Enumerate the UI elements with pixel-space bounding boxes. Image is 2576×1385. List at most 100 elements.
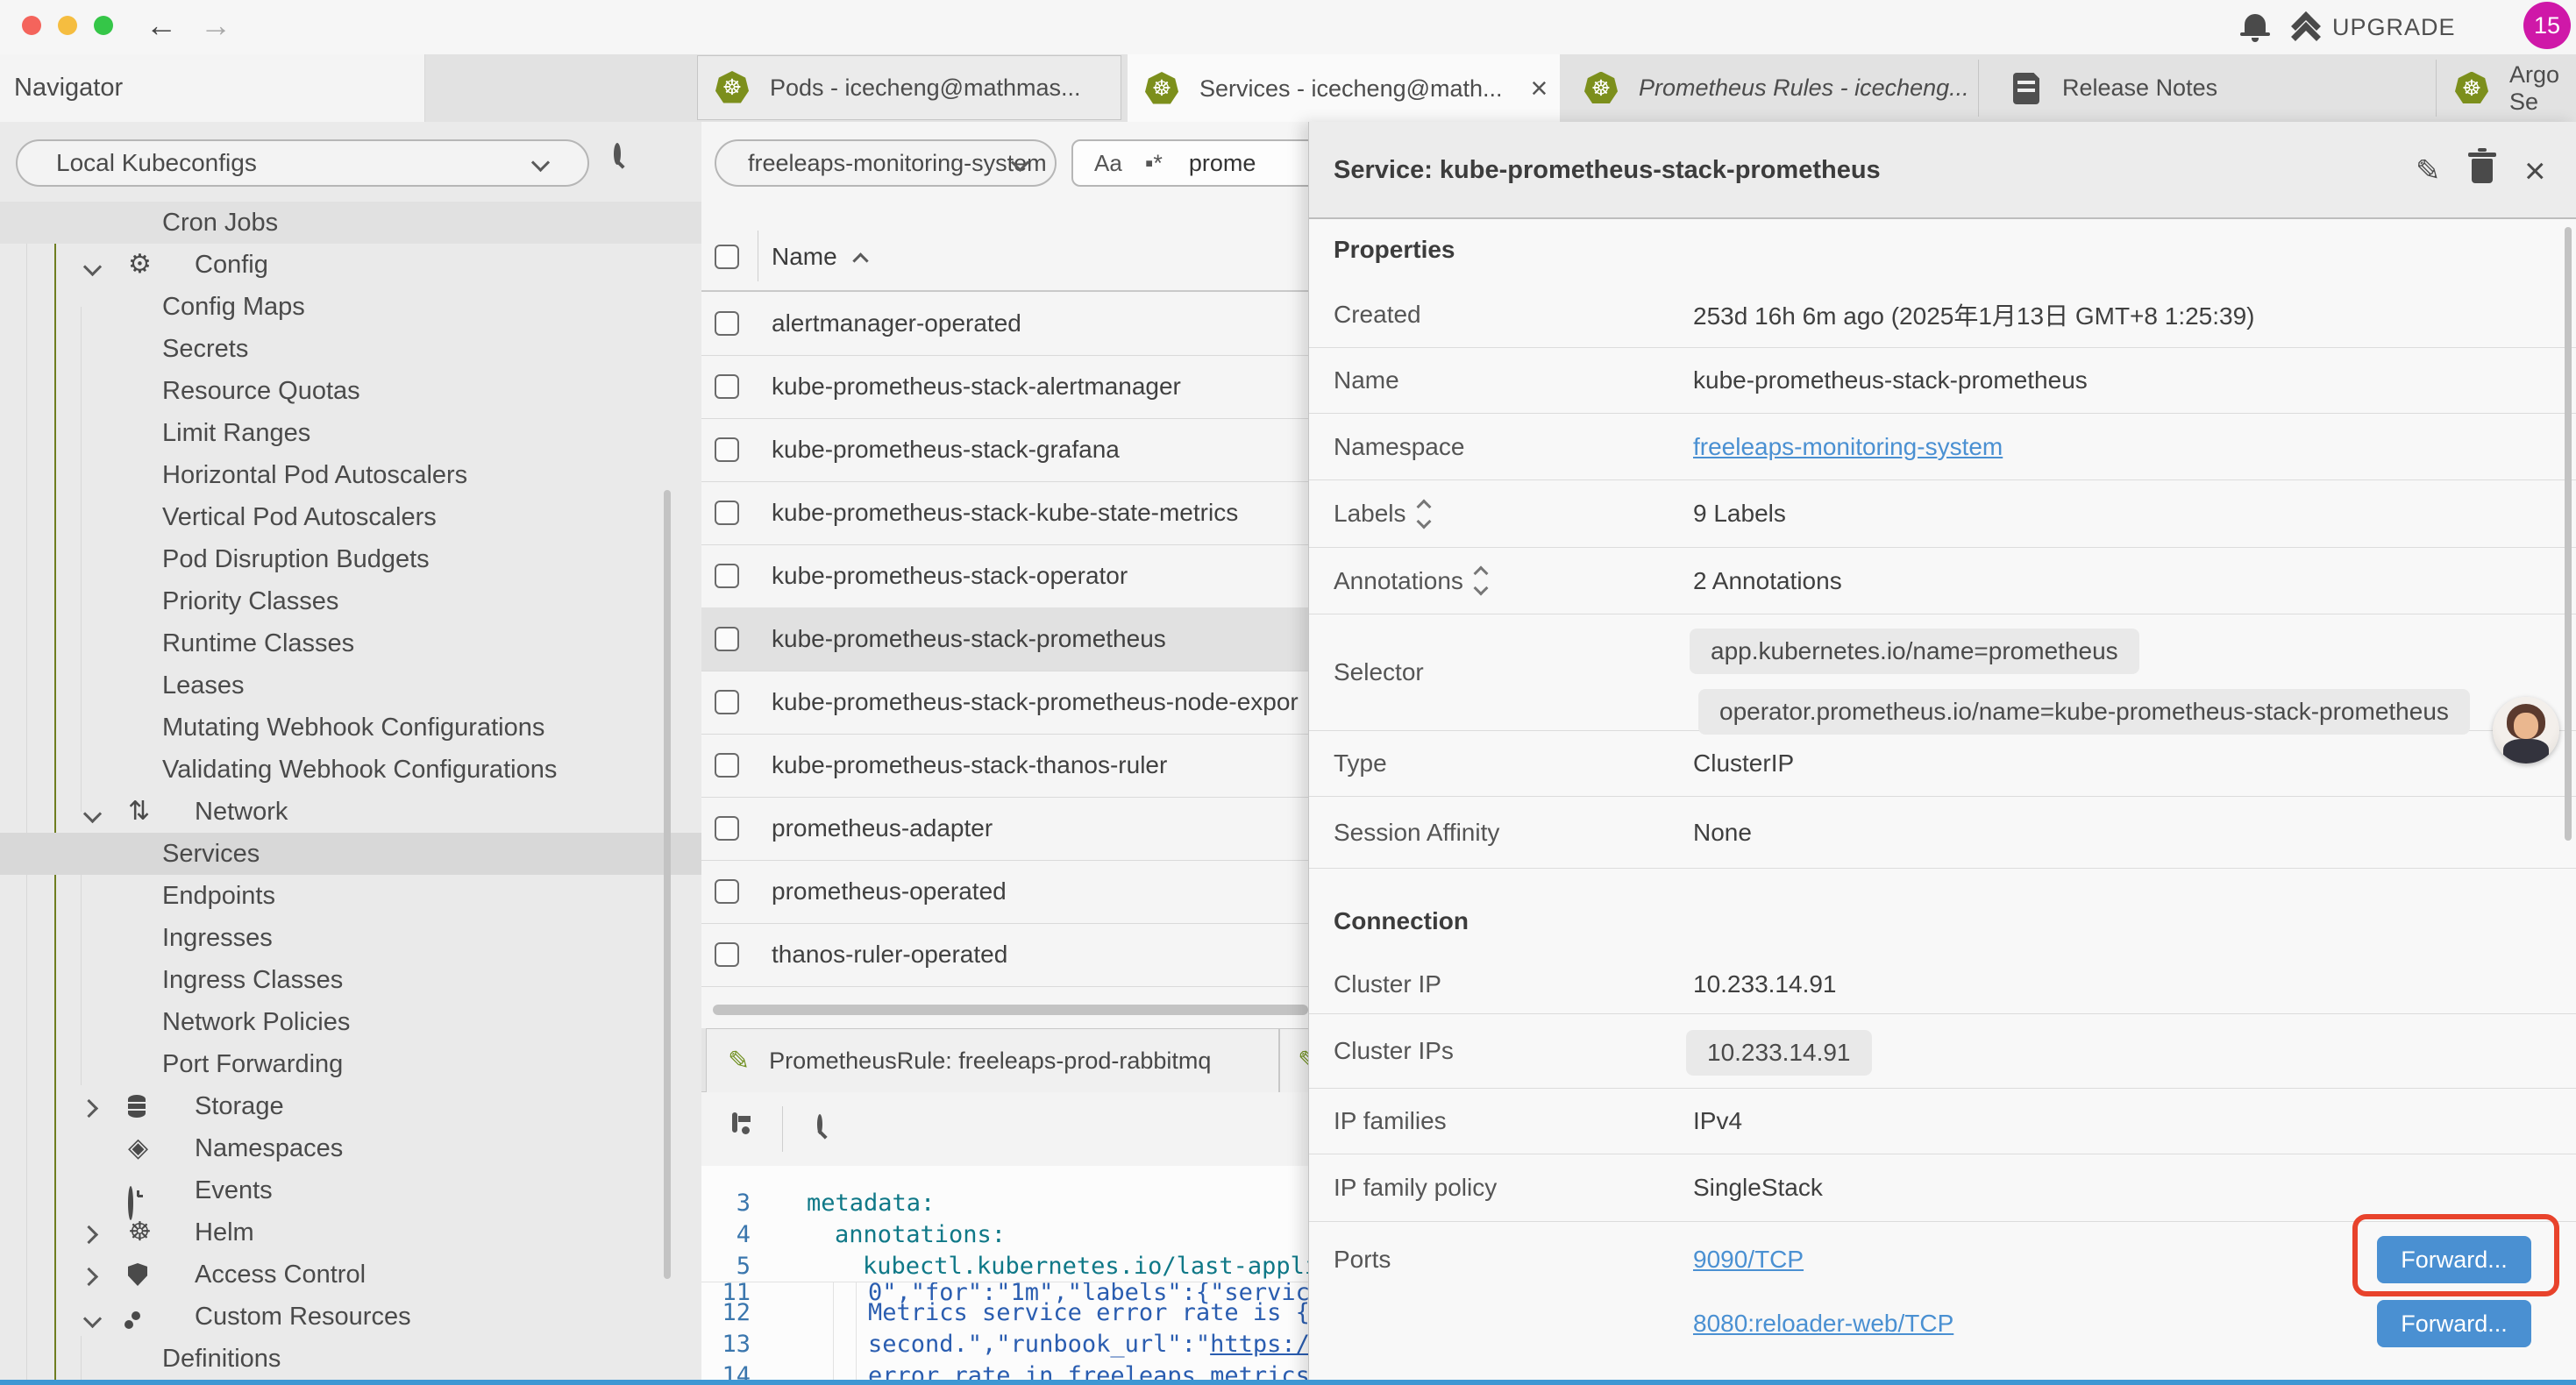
editor-search-icon[interactable] [817, 1114, 822, 1134]
save-icon[interactable] [732, 1112, 737, 1133]
sidebar-item-ingresses[interactable]: Ingresses [0, 917, 701, 959]
close-panel-icon[interactable]: × [2524, 122, 2546, 219]
sidebar-item-network[interactable]: ⇅Network [0, 791, 701, 833]
detail-scrollbar[interactable] [2565, 227, 2572, 841]
sidebar-item-helm[interactable]: ☸Helm [0, 1211, 701, 1254]
chevron-down-icon[interactable] [83, 258, 102, 276]
editor-tab-prometheusrule[interactable]: ✎ PrometheusRule: freeleaps-prod-rabbitm… [706, 1028, 1279, 1093]
chevron-right-icon[interactable] [80, 1225, 98, 1244]
zoom-window-button[interactable] [94, 16, 113, 35]
match-case-toggle[interactable]: Aa [1094, 150, 1122, 177]
sidebar-item-network-policies[interactable]: Network Policies [0, 1001, 701, 1043]
close-window-button[interactable] [22, 16, 41, 35]
user-avatar[interactable] [2493, 697, 2559, 764]
sidebar-item-ingress-classes[interactable]: Ingress Classes [0, 959, 701, 1001]
avatar-badge[interactable]: 15 [2523, 2, 2571, 49]
sidebar-item-priority-classes[interactable]: Priority Classes [0, 580, 701, 622]
table-row-kube-prometheus-stack-grafana[interactable]: kube-prometheus-stack-grafana [701, 418, 1315, 482]
delete-trash-icon[interactable] [2472, 122, 2493, 219]
expand-collapse-icon[interactable] [1476, 568, 1486, 593]
table-row-thanos-ruler-operated[interactable]: thanos-ruler-operated [701, 923, 1315, 987]
tab-prometheus-rules[interactable]: ☸ Prometheus Rules - icecheng... [1560, 54, 1978, 122]
namespace-select[interactable]: freeleaps-monitoring-system [715, 139, 1057, 187]
row-checkbox[interactable] [715, 564, 739, 588]
sidebar-item-mutating-webhook-configurations[interactable]: Mutating Webhook Configurations [0, 707, 701, 749]
table-row-alertmanager-operated[interactable]: alertmanager-operated [701, 292, 1315, 356]
forward-button[interactable]: → [200, 7, 231, 44]
sidebar-item-storage[interactable]: Storage [0, 1085, 701, 1127]
forward-button-8080[interactable]: Forward... [2377, 1300, 2531, 1347]
edit-pencil-icon[interactable]: ✎ [2416, 122, 2441, 219]
sidebar-item-validating-webhook-configurations[interactable]: Validating Webhook Configurations [0, 749, 701, 791]
chevron-right-icon[interactable] [80, 1099, 98, 1118]
search-icon[interactable] [614, 143, 621, 165]
row-checkbox[interactable] [715, 879, 739, 904]
tab-pods[interactable]: ☸ Pods - icecheng@mathmas... [697, 55, 1121, 120]
row-checkbox[interactable] [715, 311, 739, 336]
close-tab-icon[interactable]: × [1531, 72, 1548, 106]
table-row-prometheus-adapter[interactable]: prometheus-adapter [701, 797, 1315, 861]
sidebar-item-port-forwarding[interactable]: Port Forwarding [0, 1043, 701, 1085]
row-checkbox[interactable] [715, 627, 739, 651]
chevron-down-icon[interactable] [83, 805, 102, 823]
chevron-down-icon[interactable] [83, 1310, 102, 1328]
row-checkbox[interactable] [715, 437, 739, 462]
property-label[interactable]: Labels [1334, 480, 1429, 547]
sidebar-item-definitions[interactable]: Definitions [0, 1338, 701, 1380]
row-checkbox[interactable] [715, 374, 739, 399]
sidebar-item-namespaces[interactable]: ◈Namespaces [0, 1127, 701, 1169]
namespace-link[interactable]: freeleaps-monitoring-system [1693, 414, 2003, 479]
kubeconfig-select[interactable]: Local Kubeconfigs [16, 139, 589, 187]
tab-release-notes[interactable]: Release Notes [1978, 54, 2436, 122]
table-row-kube-prometheus-stack-operator[interactable]: kube-prometheus-stack-operator [701, 544, 1315, 608]
navigator-panel-tab[interactable]: Navigator [0, 54, 425, 122]
sidebar-scrollbar[interactable] [664, 490, 671, 1279]
sidebar-item-config[interactable]: ⚙Config [0, 244, 701, 286]
name-column-header[interactable]: Name [772, 224, 837, 290]
port-link-9090[interactable]: 9090/TCP [1693, 1236, 1804, 1283]
table-row-prometheus-operated[interactable]: prometheus-operated [701, 860, 1315, 924]
table-row-kube-prometheus-stack-alertmanager[interactable]: kube-prometheus-stack-alertmanager [701, 355, 1315, 419]
row-checkbox[interactable] [715, 816, 739, 841]
sidebar-item-vertical-pod-autoscalers[interactable]: Vertical Pod Autoscalers [0, 496, 701, 538]
property-label[interactable]: Annotations [1334, 548, 1486, 614]
sidebar-item-horizontal-pod-autoscalers[interactable]: Horizontal Pod Autoscalers [0, 454, 701, 496]
sidebar-item-secrets[interactable]: Secrets [0, 328, 701, 370]
notifications-bell-icon[interactable] [2245, 14, 2266, 33]
sidebar-item-pod-disruption-budgets[interactable]: Pod Disruption Budgets [0, 538, 701, 580]
table-row-kube-prometheus-stack-kube-state-metrics[interactable]: kube-prometheus-stack-kube-state-metrics [701, 481, 1315, 545]
sidebar-item-endpoints[interactable]: Endpoints [0, 875, 701, 917]
table-row-kube-prometheus-stack-prometheus[interactable]: kube-prometheus-stack-prometheus [701, 607, 1315, 671]
sidebar-item-limit-ranges[interactable]: Limit Ranges [0, 412, 701, 454]
sidebar-item-cron-jobs[interactable]: Cron Jobs [0, 202, 701, 244]
chevron-right-icon[interactable] [80, 1268, 98, 1286]
row-checkbox[interactable] [715, 690, 739, 714]
port-link-8080[interactable]: 8080:reloader-web/TCP [1693, 1300, 1953, 1347]
sidebar-item-events[interactable]: Events [0, 1169, 701, 1211]
tab-argo[interactable]: ☸ Argo Se [2437, 54, 2576, 122]
back-button[interactable]: ← [146, 7, 177, 44]
tab-services[interactable]: ☸ Services - icecheng@math... × [1128, 54, 1560, 123]
sidebar-item-services[interactable]: Services [0, 833, 701, 875]
sidebar-item-runtime-classes[interactable]: Runtime Classes [0, 622, 701, 664]
row-checkbox[interactable] [715, 501, 739, 525]
horizontal-scrollbar[interactable] [713, 1005, 1308, 1015]
table-row-kube-prometheus-stack-prometheus-node-expor[interactable]: kube-prometheus-stack-prometheus-node-ex… [701, 671, 1315, 735]
sidebar-item-custom-resources[interactable]: Custom Resources [0, 1296, 701, 1338]
sidebar-item-leases[interactable]: Leases [0, 664, 701, 707]
table-row-kube-prometheus-stack-thanos-ruler[interactable]: kube-prometheus-stack-thanos-ruler [701, 734, 1315, 798]
sidebar-item-resource-quotas[interactable]: Resource Quotas [0, 370, 701, 412]
select-all-checkbox[interactable] [715, 245, 739, 269]
property-value: 253d 16h 6m ago (2025年1月13日 GMT+8 1:25:3… [1693, 281, 2255, 347]
sidebar-item-config-maps[interactable]: Config Maps [0, 286, 701, 328]
expand-collapse-icon[interactable] [1419, 501, 1429, 527]
row-checkbox[interactable] [715, 942, 739, 967]
yaml-editor[interactable]: 3metadata:4annotations:5kubectl.kubernet… [701, 1166, 1315, 1380]
sidebar-item-access-control[interactable]: Access Control [0, 1254, 701, 1296]
row-checkbox[interactable] [715, 753, 739, 778]
filter-search-input[interactable]: Aa ▪* prome [1071, 139, 1315, 187]
minimize-window-button[interactable] [58, 16, 77, 35]
line-number: 14 [701, 1360, 751, 1380]
upgrade-button[interactable]: UPGRADE [2332, 0, 2456, 54]
regex-toggle[interactable]: ▪* [1145, 150, 1163, 177]
